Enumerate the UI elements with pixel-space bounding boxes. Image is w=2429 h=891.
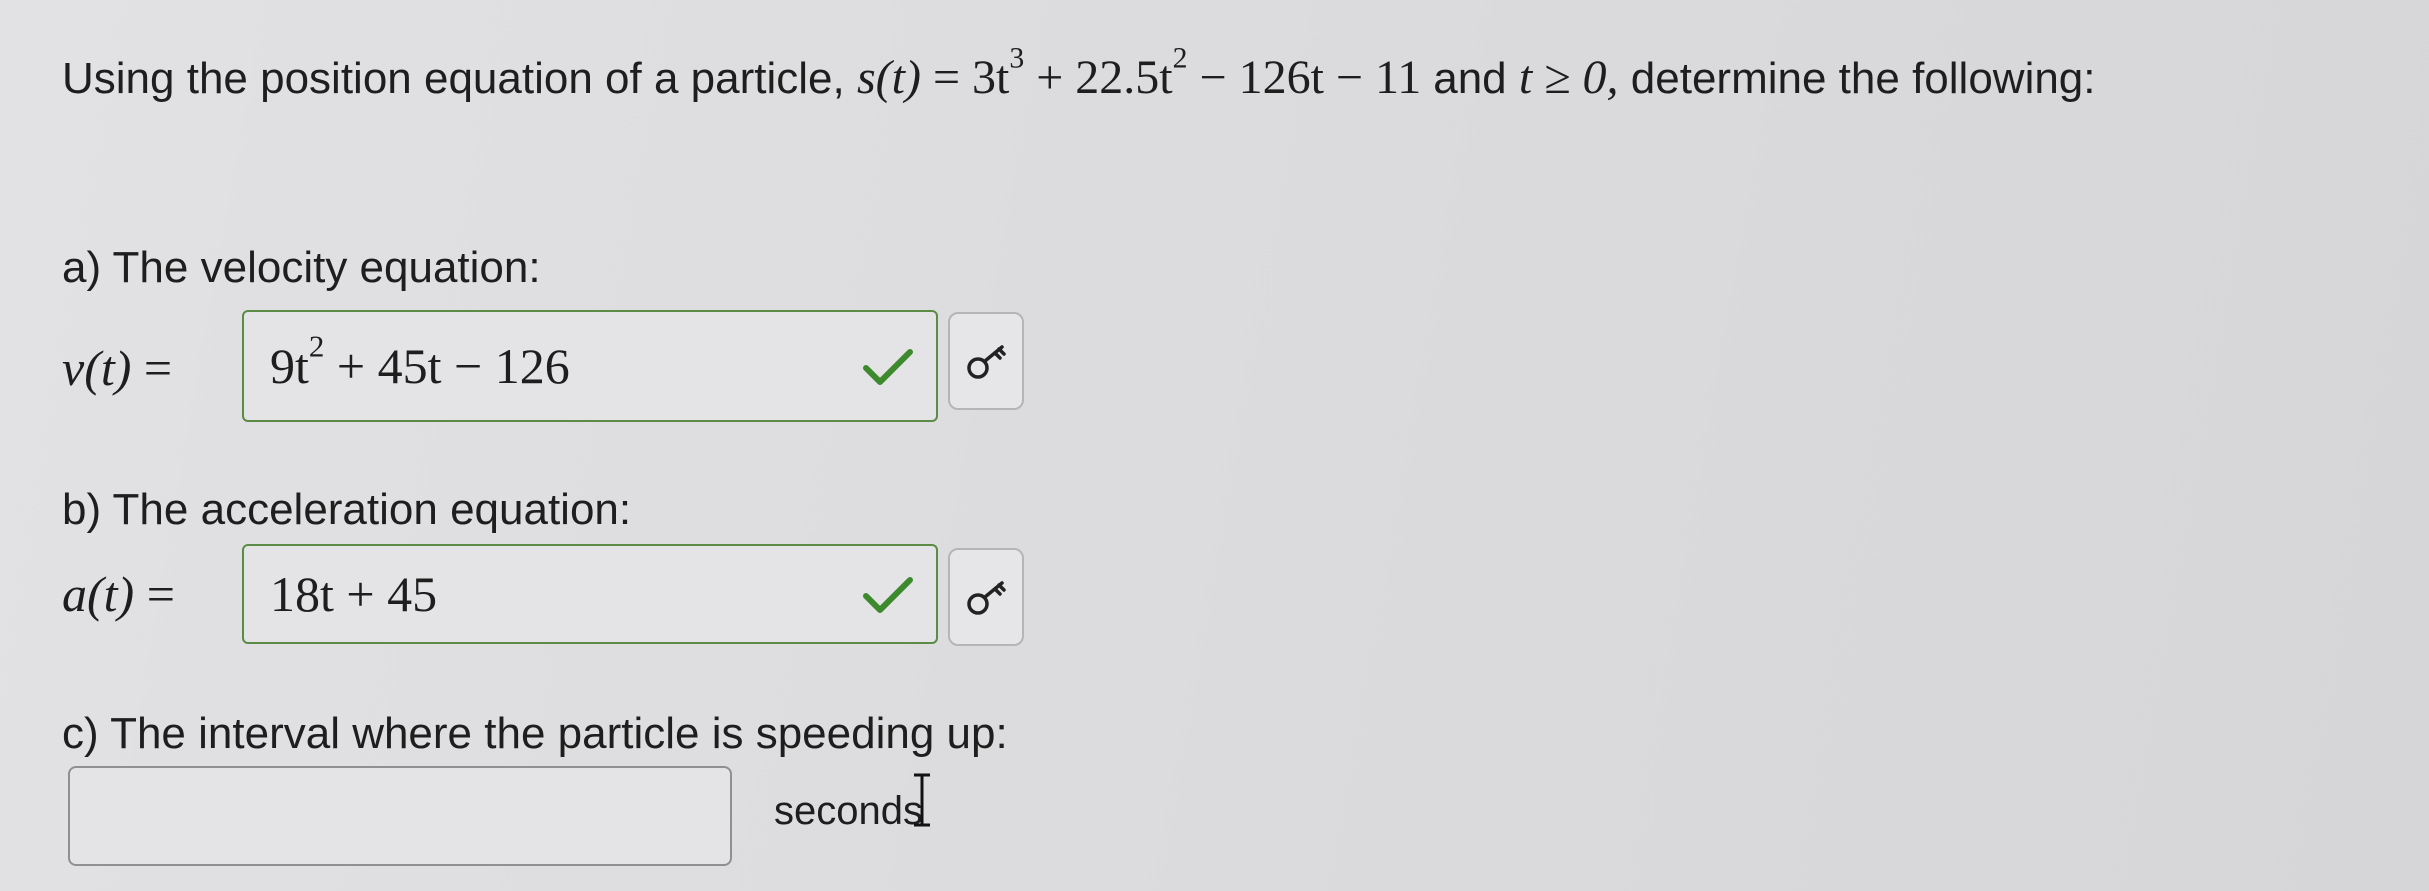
position-lhs: s(t) [856,51,921,104]
velocity-answer-part1: 9t [270,338,309,394]
acceleration-function: a(t) [62,566,135,622]
position-exp-2: 2 [1172,41,1188,75]
velocity-answer-value: 9t2 + 45t − 126 [270,331,570,398]
velocity-function: v(t) [62,340,132,396]
position-rhs-2: + 22.5t [1024,51,1173,104]
position-rhs-1: 3t [972,51,1010,104]
part-b-label: b) The acceleration equation: [62,485,632,534]
part-c-label: c) The interval where the particle is sp… [62,709,1008,758]
question-outro: determine the following: [1630,54,2096,103]
checkmark-icon [863,577,913,613]
position-equation: s(t) = 3t3 + 22.5t2 − 126t − 11 [856,43,1433,104]
part-b-lhs: a(t) = [62,564,175,624]
part-a-label: a) The velocity equation: [62,243,541,292]
equals-sign: = [143,340,173,396]
checkmark-icon [863,349,913,385]
acceleration-answer-field[interactable]: 18t + 45 [242,544,938,644]
acceleration-answer-value: 18t + 45 [270,566,438,622]
position-exp-1: 3 [1009,41,1025,75]
time-condition: t ≥ 0, [1518,51,1619,104]
equals-sign: = [932,51,961,104]
question-prompt: Using the position equation of a particl… [62,42,2392,115]
velocity-answer-part2: + 45t − 126 [324,338,570,394]
unit-label: seconds [774,789,923,833]
text-cursor-icon [914,773,930,827]
speeding-up-interval-input[interactable] [68,766,732,866]
part-a-lhs: v(t) = [62,338,172,398]
position-rhs-3: − 126t − 11 [1187,51,1422,104]
question-intro: Using the position equation of a particl… [62,54,845,103]
key-icon [967,345,1006,379]
velocity-answer-field[interactable]: 9t2 + 45t − 126 [242,310,938,422]
and-word: and [1433,54,1507,103]
key-icon [967,581,1006,615]
velocity-answer-exponent: 2 [308,328,325,364]
equals-sign: = [146,566,175,622]
key-icon-button[interactable] [948,312,1024,410]
key-icon-button[interactable] [948,548,1024,646]
